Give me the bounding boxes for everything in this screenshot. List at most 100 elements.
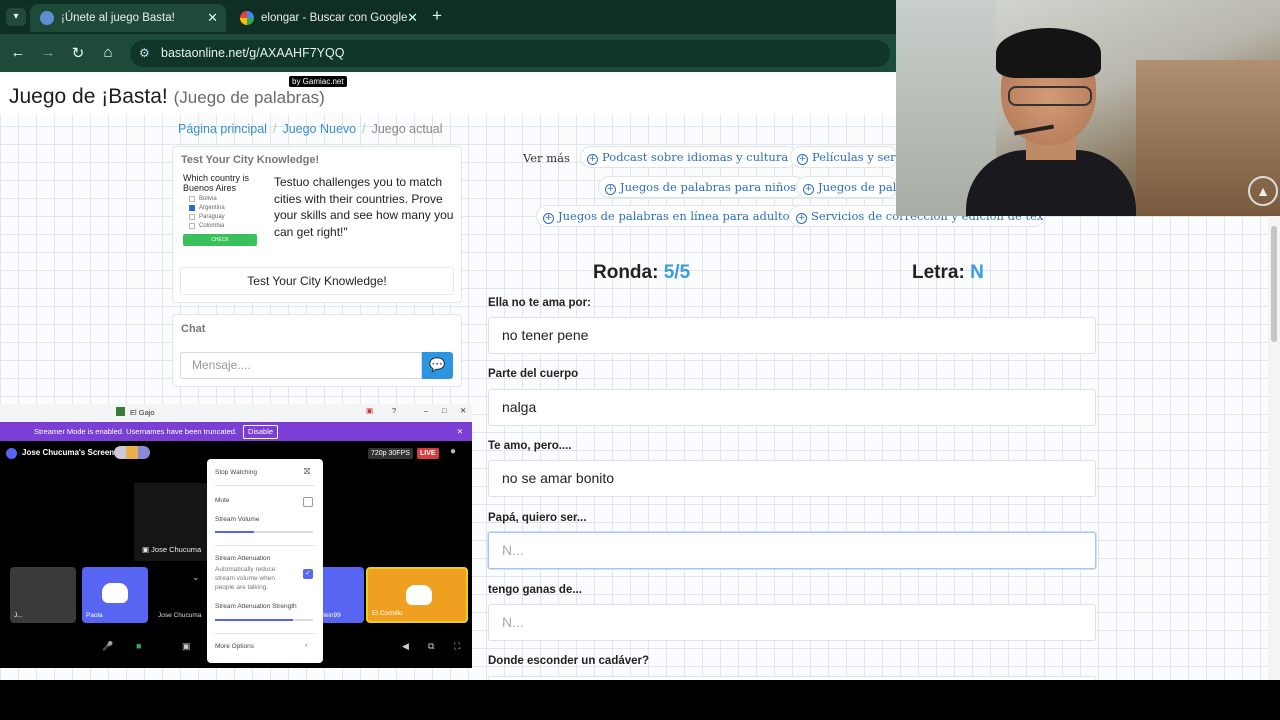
- fullscreen-icon[interactable]: ⛶: [454, 641, 460, 652]
- link-juegos-ninos[interactable]: + Juegos de palabras para niños: [598, 176, 806, 198]
- discord-window-title: El Gajo: [130, 408, 155, 417]
- participant-tile[interactable]: Paola: [82, 567, 148, 623]
- more-options-item[interactable]: More Options: [215, 643, 254, 650]
- help-icon[interactable]: ?: [392, 406, 396, 415]
- tab-title: ¡Únete al juego Basta!: [61, 12, 175, 24]
- tab-google[interactable]: elongar - Buscar con Google ✕: [230, 4, 426, 32]
- forward-icon[interactable]: →: [38, 44, 58, 61]
- screen-label: Jose Chucuma's Screen: [22, 448, 115, 457]
- close-banner-icon[interactable]: ✕: [457, 422, 463, 441]
- breadcrumb-current: Juego actual: [371, 122, 443, 136]
- test-city-button[interactable]: Test Your City Knowledge!: [180, 267, 454, 295]
- share-screen-icon[interactable]: ▣: [182, 641, 191, 652]
- screen-bottom-bar: [0, 680, 1280, 720]
- close-tab-icon[interactable]: ✕: [207, 10, 218, 26]
- mute-item[interactable]: Mute: [215, 497, 229, 504]
- quiz-image[interactable]: Which country is Buenos Aires Bolivia Ar…: [183, 173, 263, 259]
- letter-value: N: [970, 262, 984, 283]
- live-badge: LIVE: [417, 448, 439, 459]
- screen-share-icon[interactable]: ▣: [366, 406, 373, 415]
- stop-watching-icon: ⛝: [304, 467, 311, 476]
- viewer-avatars: [114, 446, 150, 459]
- maximize-icon[interactable]: □: [442, 406, 447, 415]
- tab-title: elongar - Buscar con Google: [261, 12, 408, 24]
- answer-input[interactable]: nalga: [488, 389, 1096, 426]
- question-label: Papá, quiero ser...: [488, 512, 587, 524]
- server-icon: [116, 407, 125, 416]
- link-juegos-adultos[interactable]: + Juegos de palabras en línea para adulto…: [536, 205, 805, 227]
- microphone-icon[interactable]: 🎤: [102, 641, 113, 652]
- attenuation-strength-label: Stream Attenuation Strength: [215, 603, 297, 610]
- disable-streamer-button[interactable]: Disable: [243, 425, 279, 439]
- quality-badge: 720p 30FPS: [368, 448, 413, 459]
- popout-icon[interactable]: ⧉: [428, 641, 434, 652]
- gamiac-badge[interactable]: by Gamiac.net: [289, 76, 347, 87]
- stop-watching-item[interactable]: Stop Watching: [215, 469, 257, 476]
- quiz-check-button[interactable]: CHECK: [183, 234, 257, 246]
- page-title: Juego de ¡Basta! (Juego de palabras): [9, 85, 325, 108]
- back-icon[interactable]: ←: [8, 44, 28, 61]
- new-tab-icon[interactable]: +: [432, 6, 442, 26]
- tab-basta[interactable]: ¡Únete al juego Basta! ✕: [30, 4, 226, 32]
- question-label: Parte del cuerpo: [488, 368, 579, 380]
- link-peliculas[interactable]: + Películas y seri: [790, 146, 898, 168]
- attenuation-description: Automatically reduce stream volume when …: [215, 566, 276, 591]
- basta-favicon-icon: [40, 11, 54, 25]
- camera-icon[interactable]: ■: [136, 641, 141, 651]
- tab-search-button[interactable]: ▾: [6, 8, 26, 26]
- answer-input[interactable]: N...: [488, 604, 1096, 641]
- link-podcast[interactable]: + Podcast sobre idiomas y cultura: [580, 146, 798, 168]
- voice-channel-icon: [6, 448, 17, 459]
- reload-icon[interactable]: ↻: [68, 44, 88, 62]
- chat-heading: Chat: [181, 323, 206, 335]
- discord-logo-icon: [102, 583, 128, 603]
- question-label: tengo ganas de...: [488, 584, 582, 596]
- send-message-button[interactable]: 💬: [422, 352, 453, 379]
- page-subtitle: (Juego de palabras): [173, 88, 325, 107]
- minimize-icon[interactable]: –: [424, 406, 428, 415]
- site-settings-icon[interactable]: ⚙: [139, 40, 150, 67]
- attenuation-label: Stream Attenuation: [215, 555, 271, 562]
- stream-volume-label: Stream Volume: [215, 516, 260, 523]
- breadcrumb: Página principal / Juego Nuevo / Juego actua…: [178, 122, 443, 136]
- url-text: bastaonline.net/g/AXAAHF7YQQ: [161, 46, 345, 60]
- letter-indicator: Letra: N: [912, 262, 984, 283]
- participant-tile[interactable]: El Cochillo: [366, 567, 468, 623]
- discord-titlebar: El Gajo ▣ ? – □ ✕: [0, 404, 472, 422]
- ver-mas-label: Ver más: [523, 151, 570, 165]
- discord-window: El Gajo ▣ ? – □ ✕ Streamer Mode is enabl…: [0, 404, 472, 668]
- url-field[interactable]: ⚙ bastaonline.net/g/AXAAHF7YQQ: [130, 40, 890, 67]
- collapse-icon[interactable]: ⌄: [192, 572, 200, 583]
- scrollbar-thumb[interactable]: [1271, 226, 1277, 342]
- streamer-logo-icon: ▲: [1248, 176, 1278, 206]
- chat-icon[interactable]: ●: [450, 446, 456, 457]
- participant-name: Jose Chucuma: [158, 612, 202, 619]
- breadcrumb-new-game[interactable]: Juego Nuevo: [282, 122, 356, 136]
- question-label: Ella no te ama por:: [488, 297, 591, 309]
- chat-message-input[interactable]: Mensaje....: [180, 352, 422, 379]
- link-juegos-pala[interactable]: + Juegos de pala: [796, 176, 898, 198]
- question-label: Donde esconder un cadáver?: [488, 655, 650, 667]
- mute-checkbox[interactable]: [303, 497, 313, 507]
- stream-volume-slider[interactable]: [215, 531, 313, 533]
- discord-logo-icon: [406, 585, 432, 605]
- answer-input[interactable]: N...: [488, 532, 1096, 569]
- answer-input[interactable]: no se amar bonito: [488, 460, 1096, 497]
- quiz-question: Which country is Buenos Aires: [183, 173, 250, 193]
- chevron-right-icon: ›: [305, 642, 308, 649]
- round-value: 5/5: [663, 262, 691, 283]
- answer-input[interactable]: no tener pene: [488, 317, 1096, 354]
- close-tab-icon[interactable]: ✕: [407, 10, 418, 26]
- participant-tile[interactable]: J...: [10, 567, 76, 623]
- breadcrumb-home[interactable]: Página principal: [178, 122, 267, 136]
- attenuation-checkbox[interactable]: ✓: [303, 569, 313, 579]
- attenuation-strength-slider[interactable]: [215, 619, 313, 621]
- stream-owner-label: ▣ Jose Chucuma: [142, 545, 202, 554]
- round-indicator: Ronda: 5/5: [593, 262, 691, 283]
- close-window-icon[interactable]: ✕: [460, 406, 466, 415]
- ad-text: Testuo challenges you to match cities wi…: [274, 175, 454, 239]
- stream-context-menu: Stop Watching ⛝ Mute Stream Volume Strea…: [207, 459, 323, 663]
- home-icon[interactable]: ⌂: [98, 44, 118, 61]
- streamer-mode-banner: Streamer Mode is enabled. Usernames have…: [0, 422, 472, 441]
- speaker-icon[interactable]: ◀: [402, 641, 409, 652]
